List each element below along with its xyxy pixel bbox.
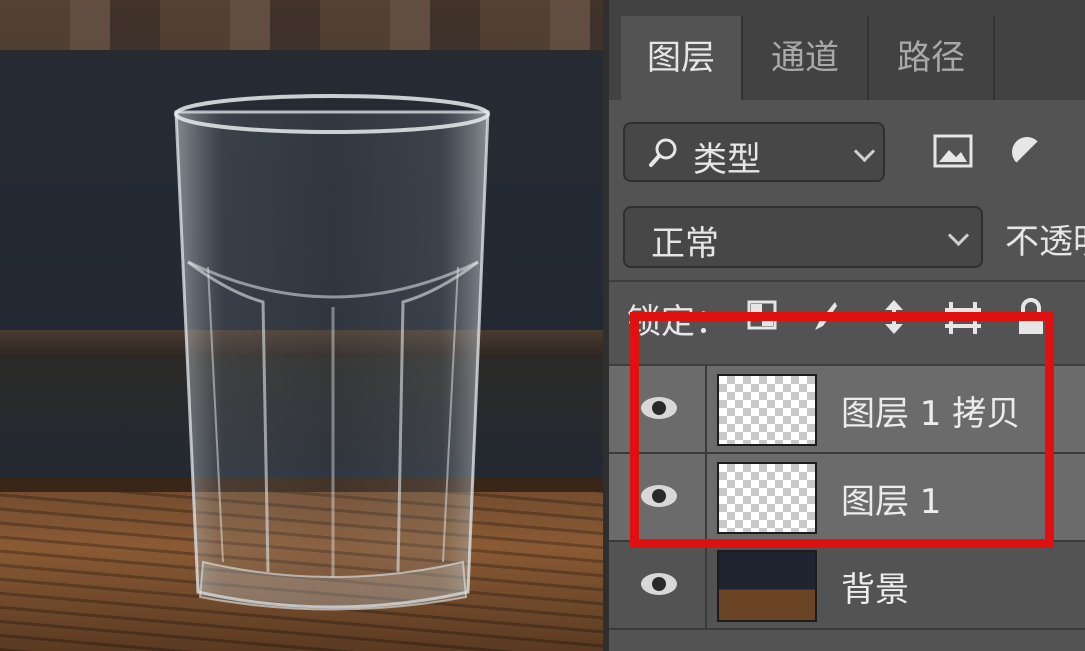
opacity-label: 不透明: [1005, 222, 1085, 262]
tab-separator: [993, 16, 995, 100]
layer-filter-select[interactable]: 类型: [623, 122, 885, 182]
tab-channels[interactable]: 通道: [743, 16, 867, 100]
drinking-glass-image: [174, 94, 490, 611]
panel-tab-bar: 图层 通道 路径: [609, 0, 1085, 100]
layer-row-background[interactable]: 背景: [609, 542, 1085, 628]
highlight-annotation-box: [630, 312, 1054, 548]
filter-type-label: 类型: [693, 140, 761, 180]
visibility-toggle[interactable]: [609, 542, 705, 628]
eye-icon: [641, 573, 677, 595]
row-divider: [609, 628, 1085, 630]
background-shelf: [0, 0, 603, 50]
chevron-down-icon: [947, 224, 970, 247]
chevron-down-icon: [853, 140, 876, 163]
tab-paths[interactable]: 路径: [869, 16, 993, 100]
blend-mode-value: 正常: [651, 224, 719, 264]
layer-name[interactable]: 背景: [841, 562, 909, 611]
image-filter-icon[interactable]: [933, 134, 973, 168]
search-icon: [649, 138, 677, 167]
document-canvas[interactable]: [0, 0, 603, 651]
blend-mode-select[interactable]: 正常: [623, 206, 983, 268]
section-divider: [609, 280, 1085, 282]
tab-layers[interactable]: 图层: [621, 16, 741, 100]
layer-thumbnail: [717, 550, 817, 622]
adjustment-filter-icon[interactable]: [1009, 134, 1045, 170]
row-separator: [705, 542, 707, 628]
